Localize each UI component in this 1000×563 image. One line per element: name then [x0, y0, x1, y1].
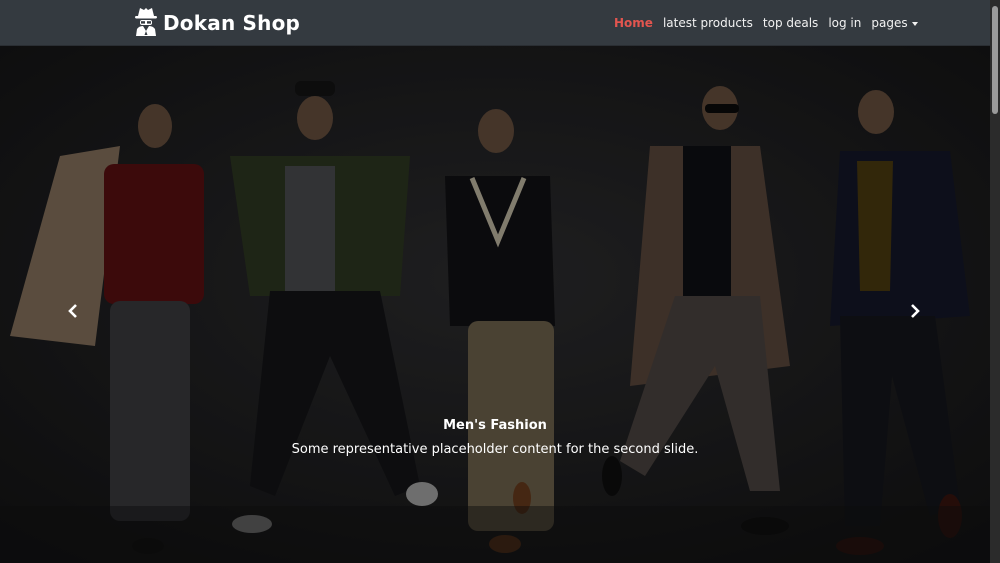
carousel-next-button[interactable]	[900, 296, 930, 326]
brand-name: Dokan Shop	[163, 11, 301, 35]
carousel-prev-button[interactable]	[58, 296, 88, 326]
slide-caption-text: Some representative placeholder content …	[291, 442, 699, 457]
chevron-right-icon	[911, 304, 920, 318]
navbar: Dokan Shop Home latest products top deal…	[0, 0, 990, 46]
slide-image	[0, 46, 990, 563]
page-scrollbar[interactable]	[990, 0, 1000, 563]
brand-link[interactable]: Dokan Shop	[133, 6, 300, 40]
hero-carousel: Men's Fashion Some representative placeh…	[0, 46, 990, 563]
nav-pages-dropdown[interactable]: pages	[871, 16, 918, 30]
chevron-left-icon	[68, 304, 77, 318]
nav-latest-products-link[interactable]: latest products	[663, 16, 753, 30]
caret-down-icon	[911, 21, 918, 26]
scrollbar-thumb[interactable]	[992, 6, 998, 114]
nav-home-link[interactable]: Home	[614, 16, 653, 30]
main-nav: Home latest products top deals log in pa…	[614, 0, 928, 46]
slide-caption-title: Men's Fashion	[443, 418, 547, 433]
spy-icon	[133, 6, 159, 40]
nav-pages-label: pages	[871, 16, 908, 30]
nav-top-deals-link[interactable]: top deals	[763, 16, 818, 30]
nav-login-link[interactable]: log in	[828, 16, 861, 30]
